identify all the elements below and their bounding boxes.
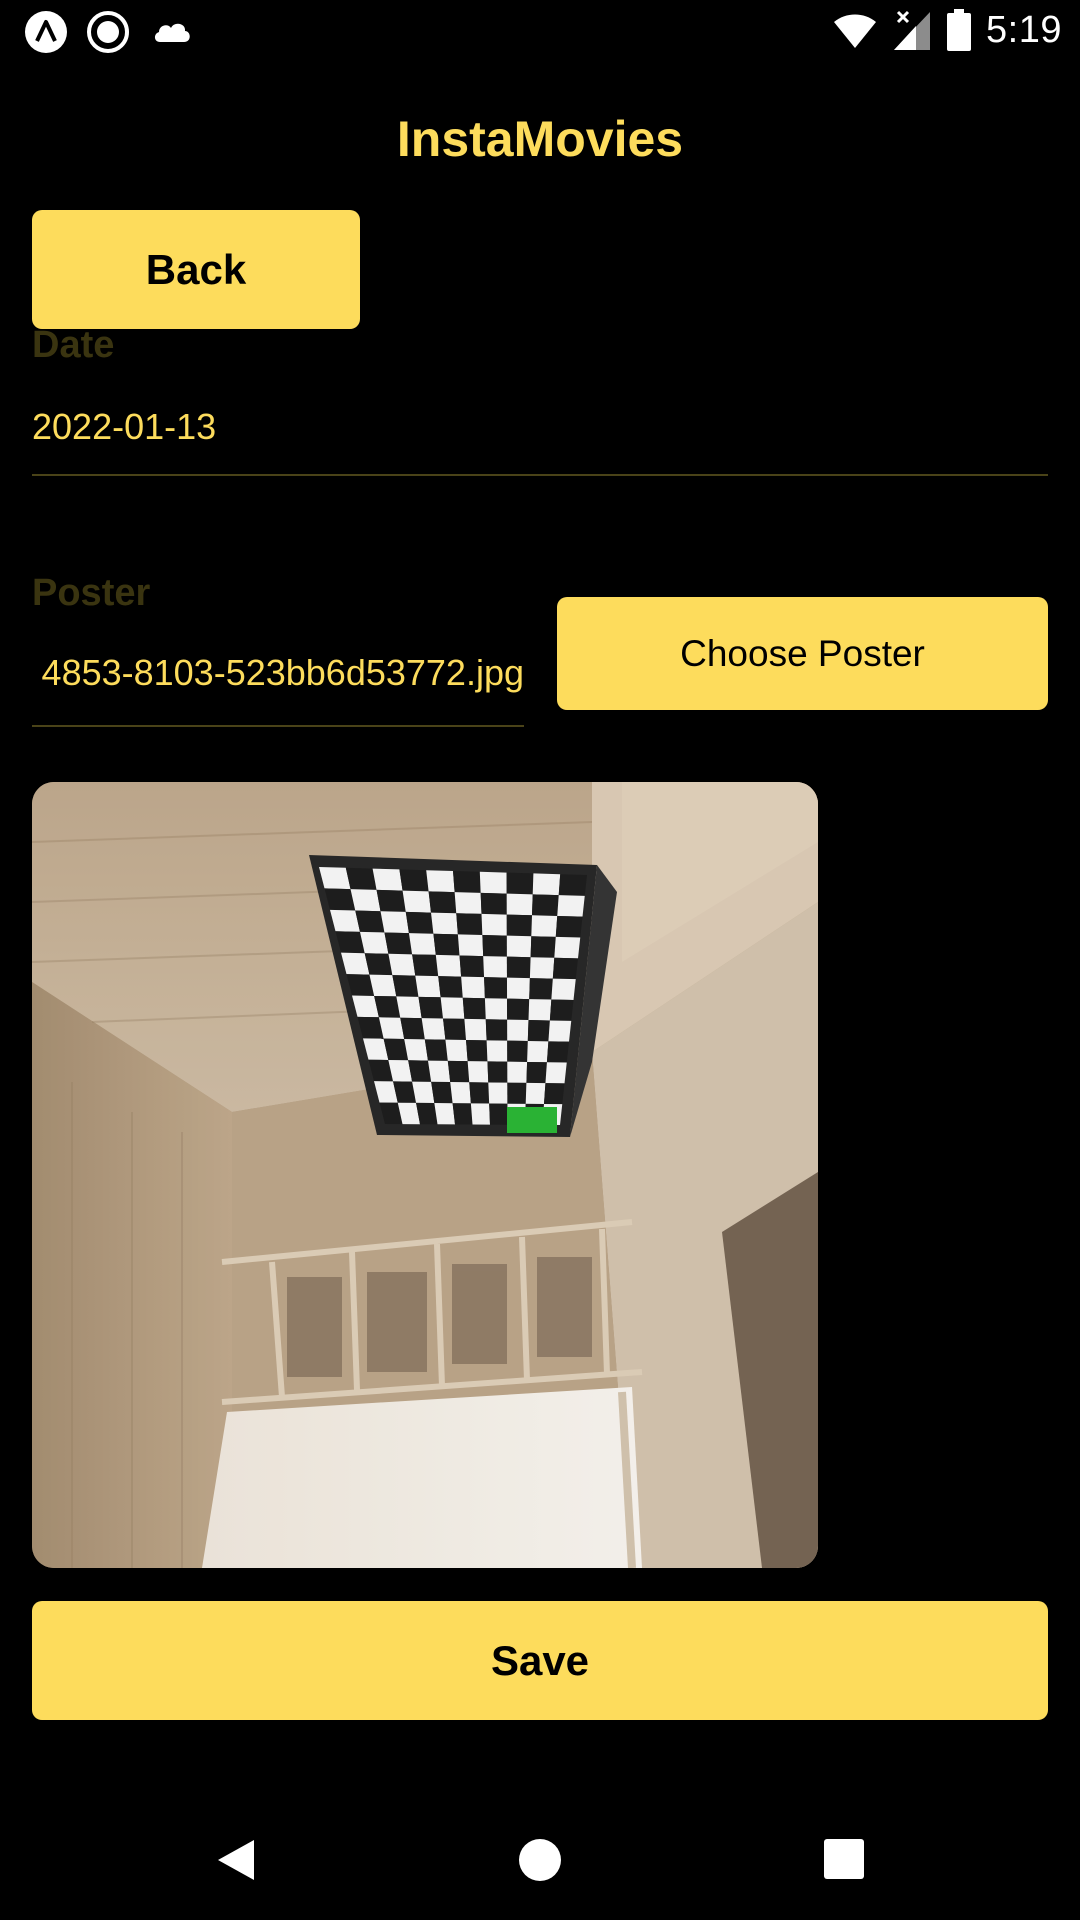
status-bar-left-icons <box>24 10 196 54</box>
battery-icon <box>947 9 972 51</box>
poster-preview-image <box>32 782 818 1568</box>
record-icon <box>87 11 129 53</box>
status-bar: 5:19 <box>0 0 1080 63</box>
system-navigation-bar <box>0 1800 1080 1920</box>
wifi-icon <box>834 14 877 48</box>
poster-field-underline <box>32 725 524 727</box>
recents-square-icon[interactable] <box>823 1838 865 1880</box>
status-time: 5:19 <box>986 8 1062 51</box>
poster-label: Poster <box>32 572 151 614</box>
home-circle-icon[interactable] <box>518 1838 562 1882</box>
save-button[interactable]: Save <box>32 1601 1048 1720</box>
back-triangle-icon[interactable] <box>214 1836 258 1884</box>
date-label: Date <box>32 324 115 366</box>
poster-field[interactable]: 4853-8103-523bb6d53772.jpg <box>32 652 524 702</box>
app-a-icon <box>25 11 67 53</box>
date-field-underline <box>32 474 1048 476</box>
cloud-icon <box>154 23 190 42</box>
app-title: InstaMovies <box>396 111 684 167</box>
back-button[interactable]: Back <box>32 210 360 329</box>
status-bar-right: 5:19 <box>832 8 1062 52</box>
poster-filename: 4853-8103-523bb6d53772.jpg <box>41 652 524 693</box>
room-photo <box>32 782 818 1568</box>
choose-poster-button[interactable]: Choose Poster <box>557 597 1048 710</box>
date-field[interactable]: 2022-01-13 <box>32 406 216 448</box>
signal-no-sim-icon <box>894 10 931 50</box>
